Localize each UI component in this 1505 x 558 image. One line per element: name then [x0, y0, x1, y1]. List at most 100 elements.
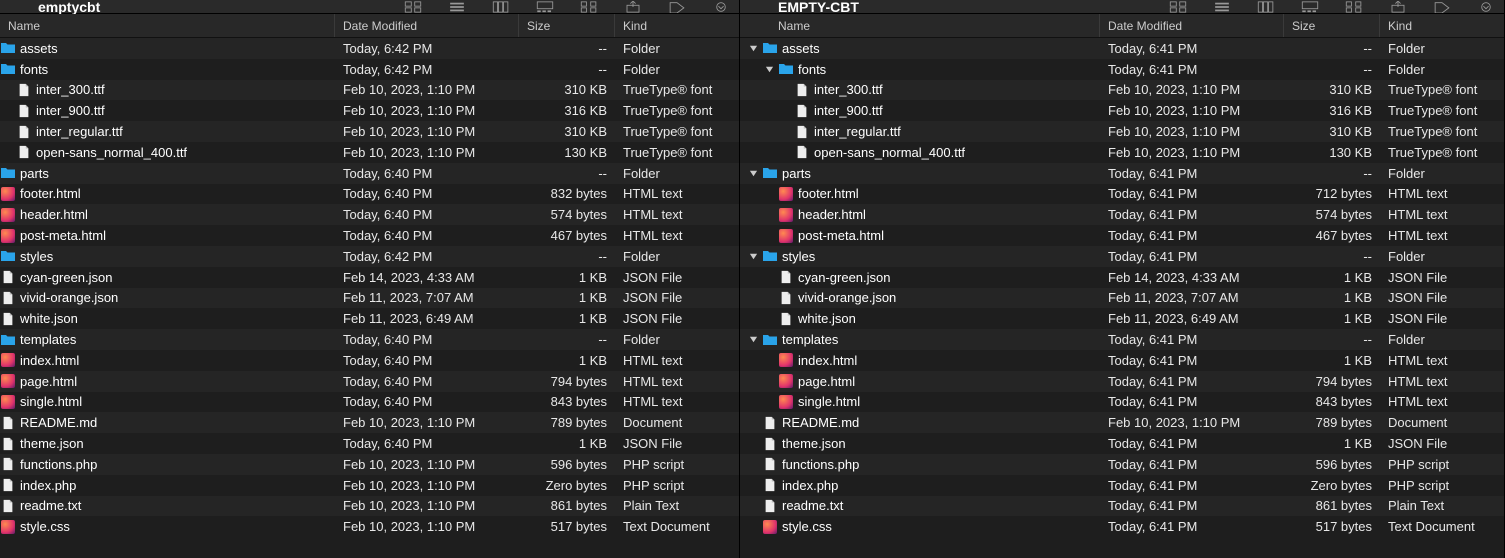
- file-name: inter_regular.ttf: [36, 124, 123, 139]
- file-kind: HTML text: [615, 228, 739, 243]
- disclosure-triangle-icon[interactable]: [764, 64, 774, 74]
- file-row[interactable]: assetsToday, 6:41 PM--Folder: [740, 38, 1504, 59]
- file-date: Today, 6:41 PM: [1100, 394, 1284, 409]
- file-row[interactable]: readme.txtToday, 6:41 PM861 bytesPlain T…: [740, 496, 1504, 517]
- file-size: --: [519, 41, 615, 56]
- view-icon-grid[interactable]: [403, 0, 423, 14]
- share-icon[interactable]: [623, 0, 643, 14]
- file-row[interactable]: inter_regular.ttfFeb 10, 2023, 1:10 PM31…: [0, 121, 739, 142]
- disclosure-triangle-icon[interactable]: [748, 335, 758, 345]
- file-row[interactable]: page.htmlToday, 6:40 PM794 bytesHTML tex…: [0, 371, 739, 392]
- view-icon-grid[interactable]: [1168, 0, 1188, 14]
- folder-icon: [778, 61, 794, 77]
- file-row[interactable]: partsToday, 6:40 PM--Folder: [0, 163, 739, 184]
- document-icon: [0, 498, 16, 514]
- view-icon-list[interactable]: [1212, 0, 1232, 14]
- file-row[interactable]: theme.jsonToday, 6:40 PM1 KBJSON File: [0, 433, 739, 454]
- file-list: assetsToday, 6:41 PM--FolderfontsToday, …: [740, 38, 1504, 558]
- file-row[interactable]: inter_300.ttfFeb 10, 2023, 1:10 PM310 KB…: [740, 80, 1504, 101]
- file-name: white.json: [798, 311, 856, 326]
- file-size: 316 KB: [519, 103, 615, 118]
- tag-icon[interactable]: [1432, 0, 1452, 14]
- disclosure-triangle-icon[interactable]: [748, 168, 758, 178]
- file-row[interactable]: white.jsonFeb 11, 2023, 6:49 AM1 KBJSON …: [0, 308, 739, 329]
- file-row[interactable]: inter_900.ttfFeb 10, 2023, 1:10 PM316 KB…: [0, 100, 739, 121]
- file-kind: HTML text: [1380, 207, 1504, 222]
- document-icon: [794, 103, 810, 119]
- group-icon[interactable]: [1344, 0, 1364, 14]
- action-icon[interactable]: [711, 0, 731, 14]
- file-row[interactable]: index.phpToday, 6:41 PMZero bytesPHP scr…: [740, 475, 1504, 496]
- file-row[interactable]: style.cssFeb 10, 2023, 1:10 PM517 bytesT…: [0, 516, 739, 537]
- file-date: Feb 11, 2023, 7:07 AM: [335, 290, 519, 305]
- file-row[interactable]: single.htmlToday, 6:40 PM843 bytesHTML t…: [0, 392, 739, 413]
- file-row[interactable]: readme.txtFeb 10, 2023, 1:10 PM861 bytes…: [0, 496, 739, 517]
- file-row[interactable]: functions.phpToday, 6:41 PM596 bytesPHP …: [740, 454, 1504, 475]
- file-row[interactable]: templatesToday, 6:40 PM--Folder: [0, 329, 739, 350]
- col-header-date[interactable]: Date Modified: [335, 14, 519, 37]
- file-kind: Text Document: [615, 519, 739, 534]
- file-row[interactable]: cyan-green.jsonFeb 14, 2023, 4:33 AM1 KB…: [740, 267, 1504, 288]
- file-row[interactable]: vivid-orange.jsonFeb 11, 2023, 7:07 AM1 …: [0, 288, 739, 309]
- file-size: 467 bytes: [519, 228, 615, 243]
- col-header-size[interactable]: Size: [519, 14, 615, 37]
- file-row[interactable]: inter_300.ttfFeb 10, 2023, 1:10 PM310 KB…: [0, 80, 739, 101]
- file-row[interactable]: README.mdFeb 10, 2023, 1:10 PM789 bytesD…: [740, 412, 1504, 433]
- col-header-size[interactable]: Size: [1284, 14, 1380, 37]
- view-icon-columns[interactable]: [491, 0, 511, 14]
- file-row[interactable]: functions.phpFeb 10, 2023, 1:10 PM596 by…: [0, 454, 739, 475]
- col-header-date[interactable]: Date Modified: [1100, 14, 1284, 37]
- file-row[interactable]: stylesToday, 6:41 PM--Folder: [740, 246, 1504, 267]
- file-row[interactable]: templatesToday, 6:41 PM--Folder: [740, 329, 1504, 350]
- action-icon[interactable]: [1476, 0, 1496, 14]
- file-row[interactable]: fontsToday, 6:41 PM--Folder: [740, 59, 1504, 80]
- file-row[interactable]: white.jsonFeb 11, 2023, 6:49 AM1 KBJSON …: [740, 308, 1504, 329]
- file-kind: PHP script: [1380, 478, 1504, 493]
- app-file-icon: [778, 207, 794, 223]
- file-row[interactable]: vivid-orange.jsonFeb 11, 2023, 7:07 AM1 …: [740, 288, 1504, 309]
- file-row[interactable]: theme.jsonToday, 6:41 PM1 KBJSON File: [740, 433, 1504, 454]
- file-row[interactable]: open-sans_normal_400.ttfFeb 10, 2023, 1:…: [740, 142, 1504, 163]
- col-header-kind[interactable]: Kind: [1380, 14, 1504, 37]
- view-icon-list[interactable]: [447, 0, 467, 14]
- file-row[interactable]: style.cssToday, 6:41 PM517 bytesText Doc…: [740, 516, 1504, 537]
- file-row[interactable]: header.htmlToday, 6:41 PM574 bytesHTML t…: [740, 204, 1504, 225]
- file-name: assets: [782, 41, 820, 56]
- file-row[interactable]: inter_900.ttfFeb 10, 2023, 1:10 PM316 KB…: [740, 100, 1504, 121]
- file-row[interactable]: stylesToday, 6:42 PM--Folder: [0, 246, 739, 267]
- group-icon[interactable]: [579, 0, 599, 14]
- file-row[interactable]: assetsToday, 6:42 PM--Folder: [0, 38, 739, 59]
- file-row[interactable]: post-meta.htmlToday, 6:40 PM467 bytesHTM…: [0, 225, 739, 246]
- file-row[interactable]: footer.htmlToday, 6:40 PM832 bytesHTML t…: [0, 184, 739, 205]
- disclosure-triangle-icon[interactable]: [748, 251, 758, 261]
- file-row[interactable]: fontsToday, 6:42 PM--Folder: [0, 59, 739, 80]
- col-header-name[interactable]: Name: [0, 14, 335, 37]
- share-icon[interactable]: [1388, 0, 1408, 14]
- file-row[interactable]: footer.htmlToday, 6:41 PM712 bytesHTML t…: [740, 184, 1504, 205]
- file-row[interactable]: index.htmlToday, 6:41 PM1 KBHTML text: [740, 350, 1504, 371]
- disclosure-triangle-icon[interactable]: [748, 43, 758, 53]
- view-icon-gallery[interactable]: [535, 0, 555, 14]
- file-kind: Folder: [615, 41, 739, 56]
- file-row[interactable]: page.htmlToday, 6:41 PM794 bytesHTML tex…: [740, 371, 1504, 392]
- file-name: assets: [20, 41, 58, 56]
- file-row[interactable]: cyan-green.jsonFeb 14, 2023, 4:33 AM1 KB…: [0, 267, 739, 288]
- view-icon-gallery[interactable]: [1300, 0, 1320, 14]
- col-header-kind[interactable]: Kind: [615, 14, 739, 37]
- file-row[interactable]: partsToday, 6:41 PM--Folder: [740, 163, 1504, 184]
- file-row[interactable]: header.htmlToday, 6:40 PM574 bytesHTML t…: [0, 204, 739, 225]
- col-header-name[interactable]: Name: [740, 14, 1100, 37]
- file-row[interactable]: index.htmlToday, 6:40 PM1 KBHTML text: [0, 350, 739, 371]
- file-row[interactable]: inter_regular.ttfFeb 10, 2023, 1:10 PM31…: [740, 121, 1504, 142]
- view-icon-columns[interactable]: [1256, 0, 1276, 14]
- document-icon: [794, 82, 810, 98]
- file-row[interactable]: open-sans_normal_400.ttfFeb 10, 2023, 1:…: [0, 142, 739, 163]
- tag-icon[interactable]: [667, 0, 687, 14]
- file-row[interactable]: single.htmlToday, 6:41 PM843 bytesHTML t…: [740, 392, 1504, 413]
- file-row[interactable]: index.phpFeb 10, 2023, 1:10 PMZero bytes…: [0, 475, 739, 496]
- file-row[interactable]: README.mdFeb 10, 2023, 1:10 PM789 bytesD…: [0, 412, 739, 433]
- file-row[interactable]: post-meta.htmlToday, 6:41 PM467 bytesHTM…: [740, 225, 1504, 246]
- file-kind: Folder: [1380, 62, 1504, 77]
- file-kind: PHP script: [615, 457, 739, 472]
- document-icon: [16, 103, 32, 119]
